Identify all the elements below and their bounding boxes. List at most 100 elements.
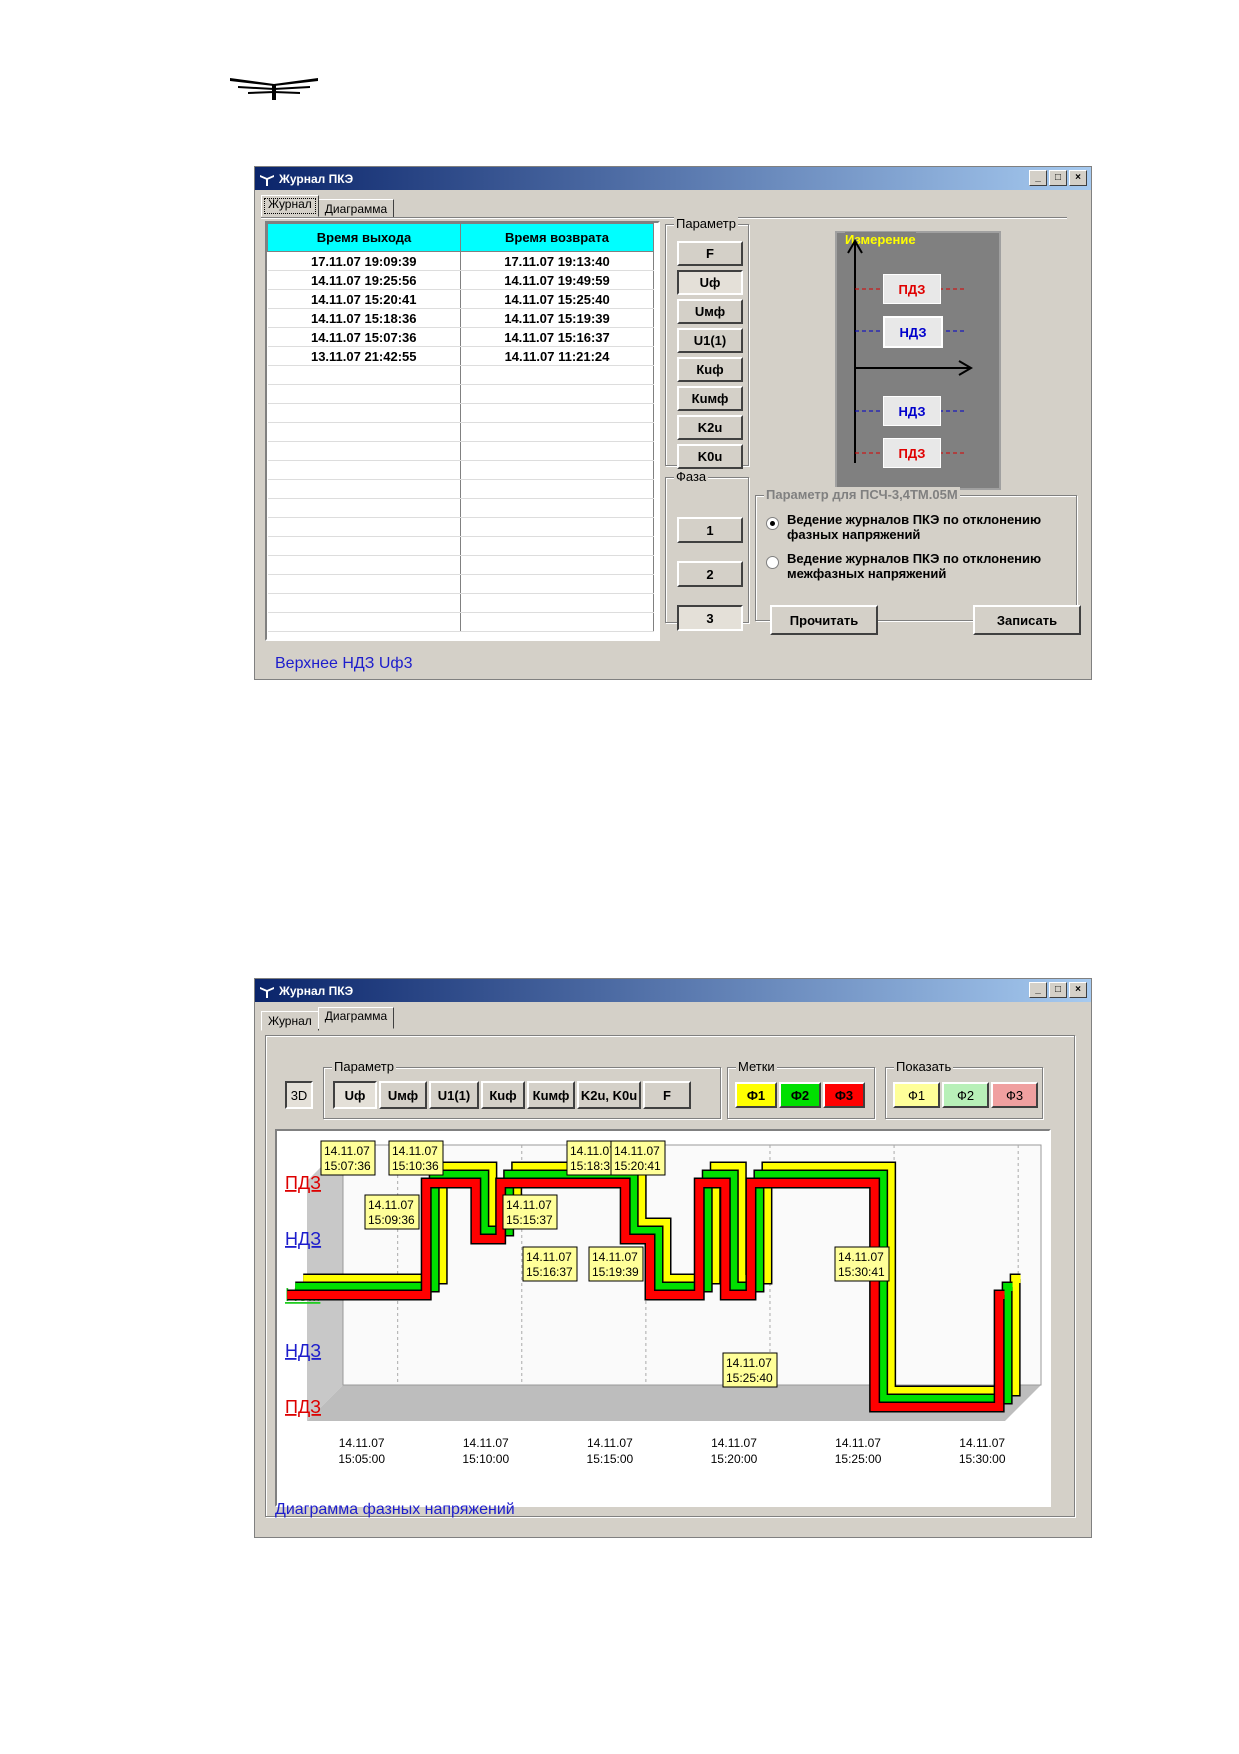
- minimize-button[interactable]: _: [1029, 982, 1047, 998]
- close-button[interactable]: ×: [1069, 170, 1087, 186]
- table-row[interactable]: [267, 384, 654, 404]
- write-button[interactable]: Записать: [973, 605, 1081, 635]
- table-row[interactable]: 17.11.07 19:09:39 17.11.07 19:13:40: [267, 251, 654, 271]
- table-cell: [460, 593, 654, 613]
- table-cell: [460, 384, 654, 404]
- table-row[interactable]: [267, 479, 654, 499]
- table-row[interactable]: [267, 593, 654, 613]
- parameter-group-title: Параметр: [332, 1059, 396, 1074]
- table-row[interactable]: [267, 441, 654, 461]
- table-row[interactable]: [267, 498, 654, 518]
- table-cell: [267, 593, 461, 613]
- tab-diagram[interactable]: Диаграмма: [317, 199, 395, 219]
- mark-phase-button[interactable]: Ф3: [823, 1082, 865, 1108]
- phase-button[interactable]: 1: [677, 517, 743, 543]
- y-level-label: ПДЗ: [285, 1173, 321, 1193]
- table-row[interactable]: 14.11.07 15:20:41 14.11.07 15:25:40: [267, 289, 654, 309]
- table-cell: [267, 498, 461, 518]
- measurement-panel: Измерение ПДЗ НДЗ НДЗ ПДЗ: [835, 231, 1001, 490]
- table-row[interactable]: 13.11.07 21:42:55 14.11.07 11:21:24: [267, 346, 654, 366]
- table-cell: [267, 365, 461, 385]
- table-row[interactable]: [267, 612, 654, 632]
- table-row[interactable]: 14.11.07 15:07:36 14.11.07 15:16:37: [267, 327, 654, 347]
- phase-button[interactable]: 3: [677, 605, 743, 631]
- mark-date: 14.11.07: [592, 1250, 638, 1264]
- radio-interphase-voltage[interactable]: Ведение журналов ПКЭ по отклонению межфа…: [766, 551, 1077, 581]
- table-row[interactable]: [267, 365, 654, 385]
- show-phase-button[interactable]: Ф3: [991, 1082, 1038, 1108]
- mark-date: 14.11.07: [838, 1250, 884, 1264]
- table-row[interactable]: [267, 574, 654, 594]
- mark-date: 14.11.07: [324, 1144, 370, 1158]
- lower-ndz-button[interactable]: НДЗ: [883, 396, 941, 426]
- journal-table: Время выхода Время возврата 17.11.07 19:…: [267, 223, 654, 632]
- column-header-return-time[interactable]: Время возврата: [460, 223, 654, 252]
- tab-diagram[interactable]: Диаграмма: [317, 1007, 395, 1029]
- mark-phase-button[interactable]: Ф1: [735, 1082, 777, 1108]
- minimize-button[interactable]: _: [1029, 170, 1047, 186]
- tab-journal[interactable]: Журнал: [261, 195, 319, 217]
- mark-time: 15:25:40: [726, 1371, 773, 1385]
- mark-phase-button[interactable]: Ф2: [779, 1082, 821, 1108]
- table-cell: [460, 479, 654, 499]
- maximize-button[interactable]: □: [1049, 982, 1067, 998]
- param-button[interactable]: U1(1): [429, 1081, 479, 1109]
- mark-date: 14.11.07: [570, 1144, 616, 1158]
- radio-phase-voltage-indicator[interactable]: [766, 517, 779, 530]
- param-button[interactable]: Кuф: [677, 357, 743, 382]
- table-row[interactable]: [267, 536, 654, 556]
- param-button[interactable]: Uмф: [379, 1081, 427, 1109]
- param-button[interactable]: Uф: [333, 1081, 377, 1109]
- window-title: Журнал ПКЭ: [279, 171, 354, 186]
- table-row[interactable]: [267, 422, 654, 442]
- param-button[interactable]: Uмф: [677, 299, 743, 324]
- radio-interphase-voltage-indicator[interactable]: [766, 556, 779, 569]
- param-button[interactable]: U1(1): [677, 328, 743, 353]
- radio-phase-voltage[interactable]: Ведение журналов ПКЭ по отклонению фазны…: [766, 512, 1077, 542]
- column-header-exit-time[interactable]: Время выхода: [267, 223, 461, 252]
- close-button[interactable]: ×: [1069, 982, 1087, 998]
- upper-ndz-button[interactable]: НДЗ: [883, 316, 943, 348]
- radio-phase-voltage-label: Ведение журналов ПКЭ по отклонению фазны…: [787, 512, 1042, 542]
- table-cell: [460, 403, 654, 423]
- table-cell: [267, 555, 461, 575]
- param-button[interactable]: K0u: [677, 444, 743, 469]
- table-cell: 17.11.07 19:13:40: [460, 251, 654, 271]
- lower-pdz-button[interactable]: ПДЗ: [883, 438, 941, 468]
- param-button[interactable]: F: [643, 1081, 691, 1109]
- phase-voltage-chart: ПДЗ НДЗ Ном НДЗ ПДЗ 14.11.07 15:05:00 14.11.07 1…: [275, 1129, 1051, 1507]
- param-button[interactable]: F: [677, 241, 743, 266]
- read-button[interactable]: Прочитать: [770, 605, 878, 635]
- phase-button[interactable]: 2: [677, 561, 743, 587]
- param-button[interactable]: K2u, K0u: [577, 1081, 641, 1109]
- tab-journal[interactable]: Журнал: [261, 1011, 319, 1031]
- radio-interphase-voltage-label: Ведение журналов ПКЭ по отклонению межфа…: [787, 551, 1042, 581]
- table-row[interactable]: [267, 460, 654, 480]
- show-phase-button[interactable]: Ф2: [942, 1082, 989, 1108]
- table-row[interactable]: [267, 555, 654, 575]
- maximize-button[interactable]: □: [1049, 170, 1067, 186]
- table-cell: 14.11.07 19:49:59: [460, 270, 654, 290]
- toggle-3d-button[interactable]: 3D: [285, 1081, 313, 1109]
- table-row[interactable]: [267, 517, 654, 537]
- table-row[interactable]: [267, 403, 654, 423]
- table-cell: [267, 403, 461, 423]
- table-cell: [460, 517, 654, 537]
- param-button[interactable]: K2u: [677, 415, 743, 440]
- phase-group: Фаза: [665, 469, 749, 623]
- phase-group-title: Фаза: [674, 469, 709, 484]
- table-cell: [460, 460, 654, 480]
- mark-time: 15:19:39: [592, 1265, 639, 1279]
- table-cell: [460, 498, 654, 518]
- param-button[interactable]: Кuмф: [677, 386, 743, 411]
- show-phase-button[interactable]: Ф1: [893, 1082, 940, 1108]
- table-row[interactable]: 14.11.07 15:18:36 14.11.07 15:19:39: [267, 308, 654, 328]
- param-button[interactable]: Uф: [677, 270, 743, 295]
- param-button[interactable]: Кuф: [481, 1081, 525, 1109]
- psch-group-title: Параметр для ПСЧ-3,4ТМ.05М: [764, 487, 960, 502]
- table-cell: 14.11.07 15:19:39: [460, 308, 654, 328]
- mark-date: 14.11.07: [526, 1250, 572, 1264]
- table-row[interactable]: 14.11.07 19:25:56 14.11.07 19:49:59: [267, 270, 654, 290]
- upper-pdz-button[interactable]: ПДЗ: [883, 274, 941, 304]
- param-button[interactable]: Кuмф: [527, 1081, 575, 1109]
